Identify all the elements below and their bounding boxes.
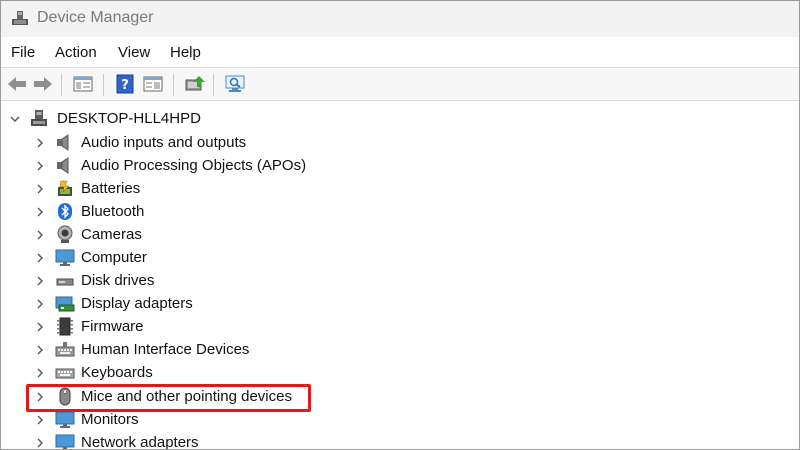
human-interface-device-icon — [55, 340, 75, 359]
device-manager-app-icon — [11, 9, 29, 27]
svg-text:?: ? — [121, 78, 129, 93]
tree-item-disk-drives[interactable]: Disk drives — [1, 269, 799, 292]
menu-bar: File Action View Help — [1, 38, 799, 66]
menu-action[interactable]: Action — [55, 44, 97, 61]
tree-item-label: Network adapters — [81, 434, 199, 450]
tree-item-label: Display adapters — [81, 295, 193, 312]
menu-help[interactable]: Help — [170, 44, 201, 61]
tree-item-network-adapters[interactable]: Network adapters — [1, 431, 799, 450]
view-panel-icon[interactable] — [141, 73, 165, 95]
properties-panel-icon[interactable] — [71, 73, 95, 95]
chevron-right-icon[interactable] — [34, 136, 46, 148]
chevron-right-icon[interactable] — [34, 320, 46, 332]
title-bar: Device Manager — [1, 1, 799, 37]
window-title: Device Manager — [37, 9, 154, 26]
forward-arrow-icon[interactable] — [31, 73, 55, 95]
tree-item-label: Human Interface Devices — [81, 341, 250, 358]
tree-item-audio-inputs[interactable]: Audio inputs and outputs — [1, 131, 799, 154]
tree-item-batteries[interactable]: Batteries — [1, 177, 799, 200]
toolbar: ? — [1, 67, 799, 101]
toolbar-separator — [173, 74, 174, 96]
chevron-right-icon[interactable] — [34, 413, 46, 425]
chevron-right-icon[interactable] — [34, 274, 46, 286]
tree-item-label: Cameras — [81, 226, 142, 243]
tree-item-human-interface-devices[interactable]: Human Interface Devices — [1, 338, 799, 361]
tree-item-label: Audio Processing Objects (APOs) — [81, 157, 307, 174]
chevron-right-icon[interactable] — [34, 343, 46, 355]
toolbar-separator — [213, 74, 214, 96]
monitor-icon — [55, 248, 75, 267]
tree-root-label: DESKTOP-HLL4HPD — [57, 110, 201, 127]
tree-item-label: Disk drives — [81, 272, 155, 289]
monitor-icon — [55, 410, 75, 429]
tree-item-computer[interactable]: Computer — [1, 246, 799, 269]
update-driver-icon[interactable] — [183, 73, 207, 95]
toolbar-separator — [103, 74, 104, 96]
tree-item-label: Monitors — [81, 411, 139, 428]
chevron-right-icon[interactable] — [34, 228, 46, 240]
tree-item-label: Keyboards — [81, 364, 153, 381]
chevron-down-icon[interactable] — [9, 112, 21, 124]
keyboard-icon — [55, 363, 75, 382]
tree-item-display-adapters[interactable]: Display adapters — [1, 292, 799, 315]
tree-item-bluetooth[interactable]: Bluetooth — [1, 200, 799, 223]
camera-icon — [55, 225, 75, 244]
chevron-right-icon[interactable] — [34, 251, 46, 263]
highlight-box — [26, 384, 311, 412]
tree-item-keyboards[interactable]: Keyboards — [1, 361, 799, 384]
display-adapter-icon — [55, 294, 75, 313]
speaker-icon — [55, 156, 75, 175]
device-manager-window: Device Manager File Action View Help ? D… — [0, 0, 800, 450]
tree-root-node[interactable]: DESKTOP-HLL4HPD — [1, 107, 799, 130]
chevron-right-icon[interactable] — [34, 436, 46, 448]
disk-drive-icon — [55, 271, 75, 290]
tree-item-label: Bluetooth — [81, 203, 145, 220]
battery-icon — [55, 179, 75, 198]
chevron-right-icon[interactable] — [34, 366, 46, 378]
bluetooth-icon — [55, 202, 75, 221]
scan-hardware-icon[interactable] — [223, 73, 247, 95]
tree-item-label: Firmware — [81, 318, 144, 335]
menu-file[interactable]: File — [11, 44, 35, 61]
toolbar-separator — [61, 74, 62, 96]
help-icon[interactable]: ? — [113, 73, 137, 95]
chevron-right-icon[interactable] — [34, 205, 46, 217]
speaker-icon — [55, 133, 75, 152]
tree-item-firmware[interactable]: Firmware — [1, 315, 799, 338]
chevron-right-icon[interactable] — [34, 182, 46, 194]
computer-tower-icon — [29, 109, 49, 128]
tree-item-cameras[interactable]: Cameras — [1, 223, 799, 246]
firmware-chip-icon — [55, 317, 75, 336]
tree-item-audio-processing-objects[interactable]: Audio Processing Objects (APOs) — [1, 154, 799, 177]
network-adapter-icon — [55, 433, 75, 449]
back-arrow-icon[interactable] — [5, 73, 29, 95]
tree-item-label: Batteries — [81, 180, 141, 197]
chevron-right-icon[interactable] — [34, 159, 46, 171]
chevron-right-icon[interactable] — [34, 297, 46, 309]
menu-view[interactable]: View — [118, 44, 150, 61]
tree-item-label: Computer — [81, 249, 147, 266]
tree-item-label: Audio inputs and outputs — [81, 134, 247, 151]
